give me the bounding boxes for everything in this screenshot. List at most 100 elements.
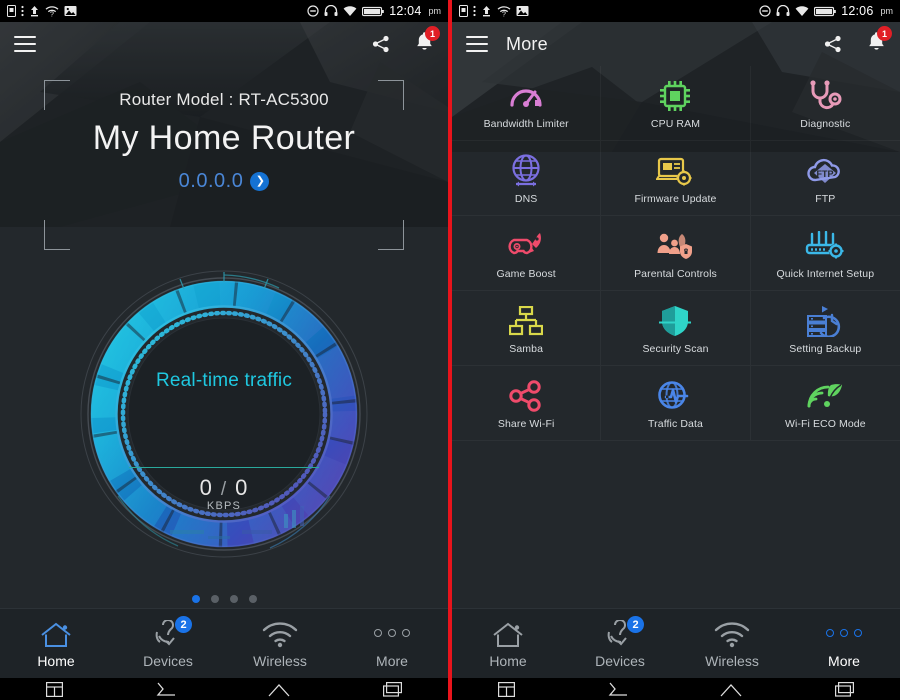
- nav-label-devices: Devices: [143, 653, 193, 669]
- status-bar: ? 12:04 pm: [0, 0, 448, 22]
- nav-item-wireless[interactable]: Wireless: [676, 618, 788, 669]
- status-bar-clock: 12:06: [841, 4, 874, 18]
- menu-item-firmware-update[interactable]: Firmware Update: [601, 141, 751, 216]
- recents-icon[interactable]: [46, 681, 64, 697]
- upload-icon: [483, 6, 490, 17]
- share-icon[interactable]: [823, 34, 843, 54]
- home-button-icon[interactable]: [720, 682, 742, 697]
- more-vert-icon: [21, 5, 24, 17]
- status-bar-ampm: pm: [428, 6, 441, 16]
- menu-label: DNS: [514, 192, 538, 205]
- menu-item-parental-controls[interactable]: Parental Controls: [601, 216, 751, 291]
- nav-label-more: More: [376, 653, 408, 669]
- menu-item-wifi-eco-mode[interactable]: Wi-Fi ECO Mode: [750, 366, 900, 441]
- page-dot-4[interactable]: [248, 595, 257, 603]
- more-menu-grid: Bandwidth Limiter CPU RAM Diagnostic DNS: [452, 66, 900, 441]
- router-ip-row[interactable]: 0.0.0.0 ❯: [179, 170, 270, 193]
- more-dots-icon: [826, 618, 862, 648]
- page-title: More: [506, 33, 548, 54]
- wifi-icon: [795, 6, 809, 16]
- nav-item-more[interactable]: More: [788, 618, 900, 669]
- router-gear-icon: [805, 227, 845, 265]
- bottom-navigation: Home 2 Devices Wireless More: [452, 608, 900, 678]
- hamburger-icon[interactable]: [466, 36, 488, 52]
- menu-item-samba[interactable]: Samba: [452, 291, 602, 366]
- notification-badge: 1: [425, 26, 440, 41]
- server-clock-icon: [806, 302, 844, 340]
- menu-item-ftp[interactable]: FTP FTP: [750, 141, 900, 216]
- menu-label: Bandwidth Limiter: [483, 117, 569, 130]
- nav-label-home: Home: [489, 653, 527, 669]
- nav-item-devices[interactable]: 2 Devices: [564, 615, 676, 669]
- phone-screen-more: ? 12:06 pm More 1 Bandwidth Limiter CPU …: [452, 0, 900, 700]
- menu-item-cpu-ram[interactable]: CPU RAM: [601, 66, 751, 141]
- shield-icon: [658, 302, 692, 340]
- battery-full-icon: [814, 6, 837, 16]
- bottom-navigation: Home 2 Devices Wireless More: [0, 608, 448, 678]
- menu-label: Firmware Update: [634, 192, 717, 205]
- menu-label: CPU RAM: [650, 117, 701, 130]
- back-icon[interactable]: [608, 682, 628, 697]
- chevron-right-icon[interactable]: ❯: [250, 172, 270, 191]
- notification-bell[interactable]: 1: [867, 26, 892, 57]
- menu-item-diagnostic[interactable]: Diagnostic: [750, 66, 900, 141]
- menu-label: Security Scan: [642, 342, 709, 355]
- traffic-pulse-icon: [657, 377, 693, 415]
- home-icon: [40, 618, 72, 648]
- menu-item-bandwidth-limiter[interactable]: Bandwidth Limiter: [452, 66, 602, 141]
- android-system-nav: [0, 678, 448, 700]
- nav-item-wireless[interactable]: Wireless: [224, 618, 336, 669]
- page-dot-3[interactable]: [229, 595, 238, 603]
- nav-item-home[interactable]: Home: [452, 618, 564, 669]
- speed-separator: /: [220, 479, 228, 500]
- app-switch-icon[interactable]: [382, 681, 402, 697]
- menu-label: Game Boost: [496, 267, 556, 280]
- nav-item-devices[interactable]: 2 Devices: [112, 615, 224, 669]
- gauge-icon: [508, 77, 544, 115]
- network-tree-icon: [509, 302, 544, 340]
- router-hero: Router Model : RT-AC5300 My Home Router …: [0, 66, 448, 256]
- nav-label-devices: Devices: [595, 653, 645, 669]
- menu-label: Wi-Fi ECO Mode: [784, 417, 866, 430]
- router-ip-address: 0.0.0.0: [178, 170, 244, 192]
- bracket-bottom-right: [378, 220, 404, 250]
- menu-item-quick-internet-setup[interactable]: Quick Internet Setup: [750, 216, 900, 291]
- home-button-icon[interactable]: [268, 682, 290, 697]
- menu-item-share-wifi[interactable]: Share Wi-Fi: [452, 366, 602, 441]
- menu-item-setting-backup[interactable]: Setting Backup: [750, 291, 900, 366]
- nav-item-more[interactable]: More: [336, 618, 448, 669]
- notification-badge: 1: [877, 26, 892, 41]
- status-bar-right-icons: 12:06 pm: [759, 4, 893, 18]
- status-bar-left-icons: ?: [7, 5, 77, 17]
- bracket-top-right: [378, 80, 404, 110]
- realtime-traffic-gauge[interactable]: Real-time traffic 0 / 0 KBPS: [74, 264, 374, 564]
- menu-label: Quick Internet Setup: [776, 267, 875, 280]
- header-actions: 1: [371, 26, 440, 57]
- upload-icon: [31, 6, 38, 17]
- gauge-title: Real-time traffic: [155, 370, 293, 391]
- menu-item-game-boost[interactable]: Game Boost: [452, 216, 602, 291]
- nav-item-home[interactable]: Home: [0, 618, 112, 669]
- notification-bell[interactable]: 1: [415, 26, 440, 57]
- share-icon[interactable]: [371, 34, 391, 54]
- recents-icon[interactable]: [498, 681, 516, 697]
- menu-item-security-scan[interactable]: Security Scan: [601, 291, 751, 366]
- menu-item-dns[interactable]: DNS: [452, 141, 602, 216]
- page-dot-1[interactable]: [191, 595, 200, 603]
- family-shield-icon: [656, 227, 694, 265]
- do-not-disturb-icon: [307, 5, 319, 17]
- svg-text:?: ?: [502, 12, 506, 17]
- menu-label: FTP: [815, 192, 836, 205]
- headset-icon: [776, 5, 790, 16]
- page-indicator-dots[interactable]: [0, 595, 448, 603]
- more-vert-icon: [473, 5, 476, 17]
- sim-card-icon: [7, 5, 16, 17]
- image-icon: [64, 6, 77, 16]
- menu-label: Samba: [509, 342, 544, 355]
- menu-item-traffic-data[interactable]: Traffic Data: [601, 366, 751, 441]
- back-icon[interactable]: [156, 682, 176, 697]
- hamburger-icon[interactable]: [14, 36, 36, 52]
- globe-icon: [510, 152, 542, 190]
- app-switch-icon[interactable]: [834, 681, 854, 697]
- page-dot-2[interactable]: [210, 595, 219, 603]
